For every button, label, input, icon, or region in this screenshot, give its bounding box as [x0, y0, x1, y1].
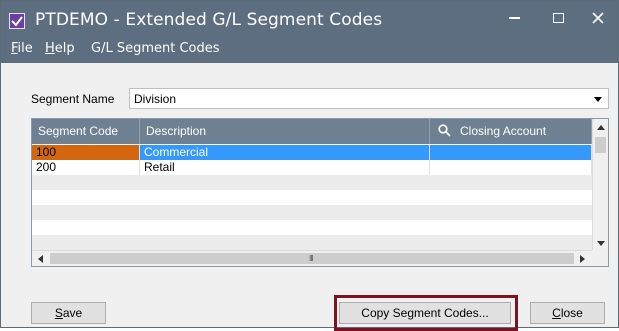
- close-icon: [592, 12, 604, 24]
- scroll-grip: III: [309, 254, 314, 263]
- scroll-up-icon[interactable]: [597, 125, 605, 130]
- app-window: PTDEMO - Extended G/L Segment Codes File…: [0, 0, 619, 331]
- menu-bar: File Help G/L Segment Codes: [1, 38, 618, 60]
- cell-description[interactable]: Retail: [140, 160, 430, 175]
- segment-name-value: Division: [134, 92, 177, 106]
- empty-row[interactable]: [32, 235, 592, 250]
- table-row[interactable]: 200 Retail: [32, 160, 592, 175]
- segment-codes-grid[interactable]: Segment Code Description Closing Account…: [31, 118, 609, 267]
- maximize-button[interactable]: [536, 3, 580, 33]
- cell-closing-account[interactable]: [430, 145, 592, 160]
- empty-row[interactable]: [32, 190, 592, 205]
- menu-file[interactable]: File: [11, 41, 33, 56]
- scroll-down-icon[interactable]: [597, 241, 605, 246]
- close-window-button[interactable]: [576, 3, 619, 33]
- grid-header: Segment Code Description Closing Account: [32, 119, 592, 144]
- menu-help[interactable]: Help: [45, 41, 75, 56]
- scroll-left-icon[interactable]: [38, 255, 43, 263]
- empty-row[interactable]: [32, 205, 592, 220]
- minimize-icon: [508, 17, 520, 19]
- menu-gl-segment-codes[interactable]: G/L Segment Codes: [91, 41, 220, 56]
- save-button[interactable]: Save: [31, 302, 106, 324]
- cell-closing-account[interactable]: [430, 160, 592, 175]
- scroll-right-icon[interactable]: [580, 255, 585, 263]
- maximize-icon: [552, 13, 564, 23]
- scrollbar-corner: [592, 250, 608, 266]
- cell-description[interactable]: Commercial: [140, 145, 430, 160]
- empty-row[interactable]: [32, 220, 592, 235]
- cell-segment-code[interactable]: 200: [32, 160, 140, 175]
- minimize-button[interactable]: [492, 3, 536, 33]
- vertical-scrollbar[interactable]: [592, 119, 608, 250]
- column-header-segment-code[interactable]: Segment Code: [32, 119, 140, 144]
- segment-name-label: Segment Name: [31, 92, 115, 106]
- app-icon: [9, 13, 25, 29]
- close-button[interactable]: Close: [530, 302, 605, 324]
- column-header-description[interactable]: Description: [140, 119, 430, 144]
- copy-segment-codes-button[interactable]: Copy Segment Codes...: [339, 302, 511, 324]
- horizontal-scrollbar[interactable]: III: [32, 250, 592, 266]
- empty-row[interactable]: [32, 175, 592, 190]
- title-bar: PTDEMO - Extended G/L Segment Codes File…: [1, 1, 618, 63]
- window-title: PTDEMO - Extended G/L Segment Codes: [35, 10, 383, 30]
- vertical-scroll-thumb[interactable]: [595, 137, 606, 153]
- table-row[interactable]: 100 Commercial: [32, 145, 592, 160]
- cell-segment-code[interactable]: 100: [32, 145, 140, 160]
- search-icon[interactable]: [438, 124, 451, 137]
- segment-name-dropdown[interactable]: Division: [129, 88, 609, 109]
- chevron-down-icon[interactable]: [594, 97, 602, 102]
- column-header-closing-account[interactable]: Closing Account: [430, 119, 592, 144]
